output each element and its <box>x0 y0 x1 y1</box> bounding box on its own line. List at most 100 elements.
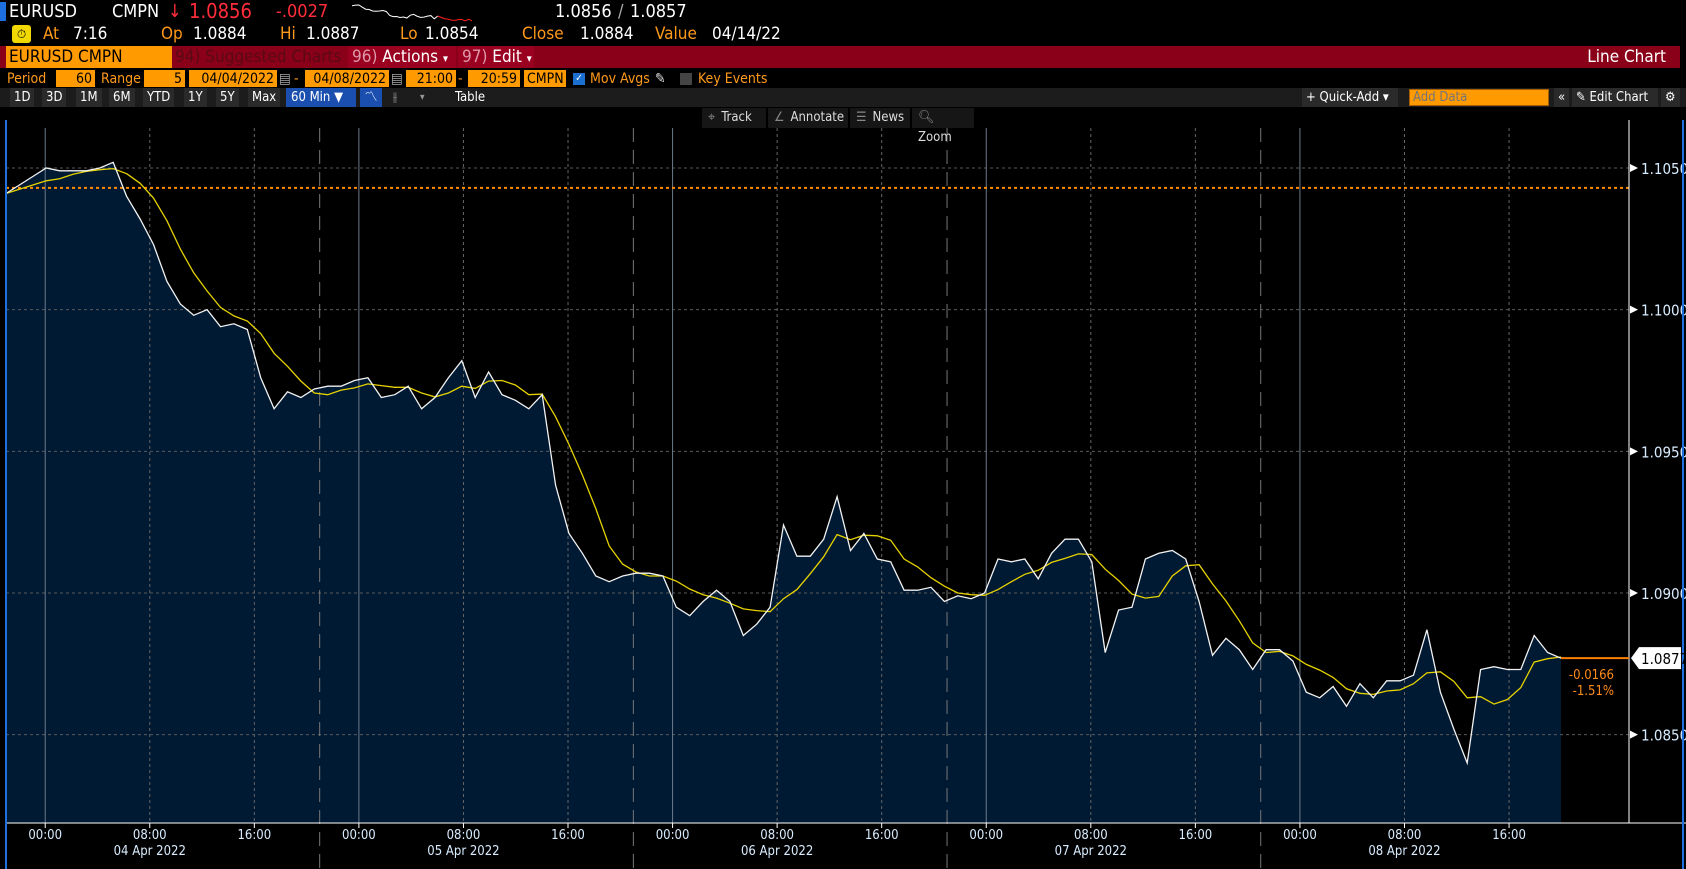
tick-arrow <box>1630 305 1638 314</box>
x-tick-label: 00:00 <box>969 828 1003 843</box>
range-toolbar: 1D 3D 1M 6M YTD 1Y 5Y Max 60 Min ▼ 〽 ⫲ ▾… <box>0 88 1686 107</box>
y-tick-label: 1.1000 <box>1641 302 1686 320</box>
y-tick-label: 1.0850 <box>1641 727 1686 745</box>
y-tick-label: 1.0950 <box>1641 443 1686 461</box>
sparkline <box>351 4 473 22</box>
value-label: Value <box>655 24 697 44</box>
chart-parameters: Period 60 Range 5 04/04/2022 ▤ - 04/08/2… <box>0 70 800 88</box>
title-bar: EURUSD CMPN Curncy 94) Suggested Charts … <box>0 46 1680 68</box>
calendar-icon[interactable]: ▤ <box>391 70 403 88</box>
sparkline-up <box>351 4 439 20</box>
pricing-source-input[interactable]: CMPN <box>524 70 566 87</box>
range-1y[interactable]: 1Y <box>184 88 207 107</box>
settings-gear-icon[interactable]: ⚙ <box>1661 88 1680 107</box>
high-value: 1.0887 <box>306 24 360 44</box>
chart-style-dropdown-icon[interactable]: ▾ <box>420 88 425 107</box>
pricing-source: CMPN <box>112 1 160 22</box>
x-tick-label: 00:00 <box>342 828 376 843</box>
x-tick-label: 16:00 <box>1179 828 1213 843</box>
end-date-input[interactable]: 04/08/2022 <box>305 70 389 87</box>
open-value: 1.0884 <box>193 24 247 44</box>
bid-price: 1.0856 <box>555 1 612 22</box>
crosshair-icon: ⌖ <box>708 110 716 125</box>
range-3d[interactable]: 3D <box>42 88 67 107</box>
x-date-label: 05 Apr 2022 <box>427 844 499 859</box>
add-data-input[interactable] <box>1409 89 1549 106</box>
pencil-icon[interactable]: ✎ <box>655 70 666 88</box>
mov-avgs-checkbox[interactable]: ✓ <box>573 73 585 85</box>
key-events-label: Key Events <box>698 71 768 87</box>
header-accent <box>0 2 6 21</box>
x-date-label: 08 Apr 2022 <box>1368 844 1440 859</box>
value-date: 04/14/22 <box>712 24 781 44</box>
range-input[interactable]: 5 <box>144 70 185 87</box>
open-label: Op <box>161 24 183 44</box>
end-time-input[interactable]: 20:59 <box>468 70 520 87</box>
change-label: -0.0166 <box>1569 668 1614 683</box>
edit-menu[interactable]: 97) Edit ▾ <box>458 46 534 68</box>
x-tick-label: 00:00 <box>28 828 62 843</box>
range-1m[interactable]: 1M <box>76 88 102 107</box>
range-6m[interactable]: 6M <box>109 88 135 107</box>
x-tick-label: 16:00 <box>237 828 271 843</box>
range-label: Range <box>101 71 141 87</box>
key-events-checkbox[interactable] <box>680 73 692 85</box>
x-tick-label: 08:00 <box>1074 828 1108 843</box>
x-tick-label: 08:00 <box>133 828 167 843</box>
range-5y[interactable]: 5Y <box>216 88 239 107</box>
range-ytd[interactable]: YTD <box>143 88 175 107</box>
y-tick-label: 1.0900 <box>1641 585 1686 603</box>
tick-arrow <box>1630 447 1638 456</box>
bid-ask-separator: / <box>618 1 624 22</box>
tick-arrow <box>1630 589 1638 597</box>
tick-arrow <box>1630 730 1638 739</box>
last-price-label: 1.0877 <box>1641 650 1686 668</box>
x-date-label: 07 Apr 2022 <box>1055 844 1127 859</box>
line-chart[interactable]: 1.1050 1.1000 1.0950 1.0900 1.0850 00:00 08:00… <box>0 0 1686 869</box>
zoom-icon: 🔍︎ <box>918 110 935 125</box>
quick-add-button[interactable]: + Quick-Add ▾ <box>1302 88 1398 107</box>
zoom-button[interactable]: 🔍︎Zoom <box>912 108 974 145</box>
news-icon: ☰ <box>856 110 867 125</box>
x-tick-label: 16:00 <box>865 828 899 843</box>
period-input[interactable]: 60 <box>56 70 95 87</box>
pencil-icon: ✎ <box>1576 90 1586 105</box>
x-tick-label: 16:00 <box>1492 828 1526 843</box>
chart-tools: ⌖ Track ∠ Annotate ☰ News 🔍︎Zoom <box>702 108 974 145</box>
security-field[interactable]: EURUSD CMPN Curncy <box>6 46 172 68</box>
edit-chart-button[interactable]: ✎ Edit Chart <box>1572 88 1658 107</box>
x-tick-label: 08:00 <box>447 828 481 843</box>
interval-dropdown[interactable]: 60 Min ▼ <box>286 88 356 107</box>
period-label: Period <box>7 71 47 87</box>
actions-menu[interactable]: 96) Actions ▾ <box>348 46 456 68</box>
ticker-symbol: EURUSD <box>9 1 77 22</box>
suggested-charts-menu[interactable]: 94) Suggested Charts <box>175 46 341 68</box>
calendar-icon[interactable]: ▤ <box>279 70 291 88</box>
x-tick-label: 00:00 <box>656 828 690 843</box>
line-chart-icon[interactable]: 〽 <box>360 88 382 107</box>
price-area-fill <box>6 162 1561 824</box>
change-percent-label: -1.51% <box>1573 684 1614 699</box>
high-label: Hi <box>280 24 296 44</box>
down-arrow-icon: ↓ <box>168 1 182 22</box>
start-date-input[interactable]: 04/04/2022 <box>189 70 277 87</box>
time-dash: - <box>458 71 463 87</box>
start-time-input[interactable]: 21:00 <box>406 70 456 87</box>
news-button[interactable]: ☰ News <box>850 108 910 128</box>
track-button[interactable]: ⌖ Track <box>702 108 766 128</box>
bar-chart-icon[interactable]: ⫲ <box>384 88 406 107</box>
ask-price: 1.0857 <box>630 1 687 22</box>
close-label: Close <box>522 24 564 44</box>
chart-type-label: Line Chart <box>1587 47 1666 67</box>
table-button[interactable]: Table <box>440 88 500 107</box>
at-time: 7:16 <box>73 24 108 44</box>
collapse-button[interactable]: « <box>1554 88 1570 107</box>
range-max[interactable]: Max <box>248 88 281 107</box>
annotate-icon: ∠ <box>774 110 785 125</box>
annotate-button[interactable]: ∠ Annotate <box>768 108 848 128</box>
x-tick-label: 00:00 <box>1283 828 1317 843</box>
range-1d[interactable]: 1D <box>10 88 35 107</box>
tick-arrow <box>1630 164 1638 173</box>
market-status-icon[interactable]: ⏱ <box>12 25 31 43</box>
y-tick-label: 1.1050 <box>1641 160 1686 178</box>
